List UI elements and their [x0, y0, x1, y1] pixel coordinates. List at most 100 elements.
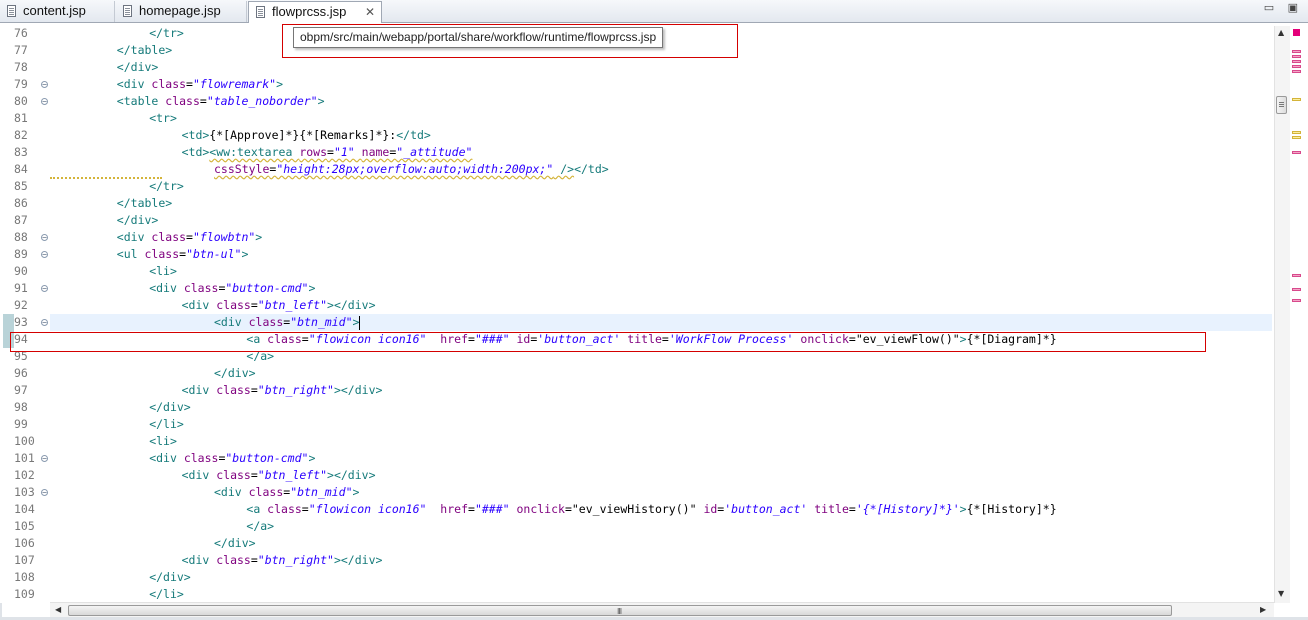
code-line[interactable]: <div class="button-cmd">	[149, 280, 315, 297]
code-line[interactable]: <div class="flowbtn">	[117, 229, 262, 246]
vertical-scrollbar[interactable]: ▲ ▼	[1274, 26, 1290, 603]
code-line[interactable]: <li>	[149, 433, 177, 450]
line-number: 97	[14, 383, 28, 397]
code-line[interactable]: </li>	[149, 586, 184, 603]
ruler-marker[interactable]	[1292, 55, 1301, 58]
scroll-down-icon[interactable]: ▼	[1278, 589, 1284, 598]
ruler-marker[interactable]	[1292, 70, 1301, 73]
code-line[interactable]: <div class="btn_mid">	[214, 484, 359, 501]
code-line[interactable]: cssStyle="height:28px;overflow:auto;widt…	[214, 161, 609, 178]
ruler-marker[interactable]	[1292, 136, 1301, 139]
minimize-icon[interactable]: ▭	[1264, 1, 1274, 14]
code-line[interactable]: <div class="button-cmd">	[149, 450, 315, 467]
code-token: "btn_left"	[257, 298, 328, 312]
fold-toggle-icon[interactable]: −	[41, 455, 48, 463]
code-line[interactable]: <tr>	[149, 110, 177, 127]
scroll-up-icon[interactable]: ▲	[1278, 28, 1284, 37]
horizontal-scroll-thumb[interactable]: III	[68, 605, 1172, 616]
scroll-left-icon[interactable]: ◀	[55, 605, 61, 614]
line-number: 95	[14, 349, 28, 363]
tab-content-jsp[interactable]: content.jsp	[0, 1, 115, 22]
code-line[interactable]: <a class="flowicon icon16" href="###" on…	[246, 501, 1056, 518]
fold-toggle-icon[interactable]: −	[41, 251, 48, 259]
overview-ruler[interactable]	[1290, 26, 1304, 603]
code-token: >	[317, 94, 325, 108]
horizontal-scrollbar[interactable]: ◀ III ▶	[50, 602, 1274, 618]
line-number: 99	[14, 417, 28, 431]
ruler-marker[interactable]	[1292, 299, 1301, 302]
code-line[interactable]: <div class="btn_mid">	[214, 314, 361, 331]
code-token: =	[186, 77, 193, 91]
code-line[interactable]: </a>	[246, 518, 274, 535]
code-line[interactable]: </div>	[214, 365, 256, 382]
ruler-marker[interactable]	[1292, 60, 1301, 63]
ruler-marker[interactable]	[1292, 98, 1301, 101]
fold-toggle-icon[interactable]: −	[41, 319, 48, 327]
scroll-right-icon[interactable]: ▶	[1260, 605, 1266, 614]
code-area[interactable]: </tr> </table> </div> <div class="flowremar…	[50, 23, 1272, 603]
code-line[interactable]: <div class="btn_left"></div>	[182, 297, 376, 314]
close-icon[interactable]: ✕	[365, 2, 375, 22]
code-token: "1"	[333, 145, 362, 159]
fold-toggle-icon[interactable]: −	[41, 489, 48, 497]
code-token: "flowicon icon16"	[308, 332, 441, 346]
code-line[interactable]: </a>	[246, 348, 274, 365]
fold-toggle-icon[interactable]: −	[41, 285, 48, 293]
code-line[interactable]: <div class="btn_right"></div>	[182, 552, 383, 569]
code-token: class	[216, 298, 251, 312]
code-line[interactable]: <div class="btn_right"></div>	[182, 382, 383, 399]
code-line[interactable]: <li>	[149, 263, 177, 280]
code-token: <table	[116, 94, 166, 108]
code-line[interactable]: </tr>	[149, 178, 184, 195]
code-token: <div	[214, 485, 249, 499]
code-token: <td>	[181, 128, 210, 142]
code-token: <li>	[149, 434, 177, 448]
tab-homepage-jsp[interactable]: homepage.jsp	[116, 1, 247, 22]
code-token: "btn_right"	[257, 383, 334, 397]
code-line[interactable]: </div>	[149, 399, 191, 416]
ruler-marker[interactable]	[1292, 288, 1301, 291]
code-editor[interactable]: 76 77 78 79 − 80 − 81 82 83 84 85 86 87 88 − 89 − 90 91 − 92 9…	[0, 23, 1308, 603]
code-token: </div>	[214, 366, 256, 380]
code-token: class	[216, 383, 251, 397]
ruler-marker[interactable]	[1292, 50, 1301, 53]
code-token: </div>	[116, 213, 159, 227]
code-line[interactable]: <div class="flowremark">	[117, 76, 283, 93]
code-line[interactable]: </div>	[149, 569, 191, 586]
code-token: =	[468, 502, 475, 516]
code-line[interactable]: <td>{*[Approve]*}{*[Remarks]*}:</td>	[182, 127, 431, 144]
ruler-marker[interactable]	[1292, 131, 1301, 134]
code-line[interactable]: </div>	[117, 59, 159, 76]
code-line[interactable]: </div>	[214, 535, 256, 552]
code-token: >	[308, 281, 316, 295]
fold-toggle-icon[interactable]: −	[41, 81, 48, 89]
code-line[interactable]: </tr>	[149, 25, 184, 42]
code-token: id	[703, 502, 718, 516]
code-token: <a	[246, 502, 268, 516]
code-line[interactable]: </table>	[117, 195, 172, 212]
code-line[interactable]: <ul class="btn-ul">	[117, 246, 249, 263]
code-token: <ul	[116, 247, 145, 261]
code-token: <div	[116, 77, 152, 91]
fold-toggle-icon[interactable]: −	[41, 98, 48, 106]
code-line[interactable]: <div class="btn_left"></div>	[182, 467, 376, 484]
code-line[interactable]: </li>	[149, 416, 184, 433]
code-line[interactable]: </table>	[117, 42, 172, 59]
code-line[interactable]: <td><ww:textarea rows="1" name="_attitud…	[182, 144, 473, 161]
fold-toggle-icon[interactable]: −	[41, 234, 48, 242]
ruler-marker[interactable]	[1292, 151, 1301, 154]
code-line[interactable]: </div>	[117, 212, 159, 229]
ruler-marker[interactable]	[1292, 274, 1301, 277]
code-line[interactable]: <a class="flowicon icon16" href="###" id…	[246, 331, 1056, 348]
vertical-scroll-thumb[interactable]	[1276, 96, 1287, 114]
code-token: class	[183, 281, 219, 295]
maximize-icon[interactable]: ▣	[1288, 1, 1298, 14]
code-line[interactable]: <table class="table_noborder">	[117, 93, 325, 110]
tab-flowprcss-jsp[interactable]: flowprcss.jsp ✕	[248, 1, 382, 23]
error-marker-icon[interactable]	[1293, 29, 1300, 36]
code-token: />	[553, 162, 575, 176]
code-token: href	[440, 332, 468, 346]
line-number: 86	[14, 196, 28, 210]
ruler-marker[interactable]	[1292, 65, 1301, 68]
line-number: 102	[14, 468, 35, 482]
